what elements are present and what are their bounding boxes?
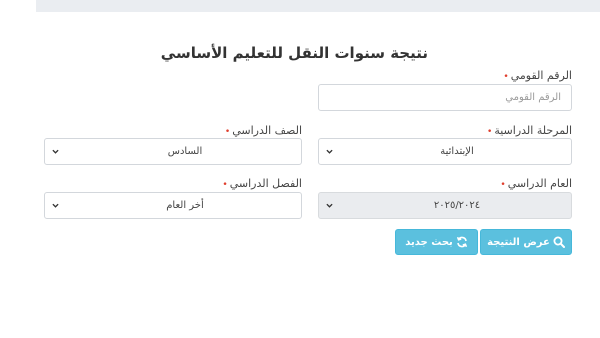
year-label: العام الدراسي• <box>500 177 572 190</box>
show-result-button[interactable]: عرض النتيجة <box>480 229 572 255</box>
chevron-down-icon <box>326 202 333 209</box>
term-select-value: أخر العام <box>166 200 204 211</box>
national-id-input[interactable] <box>318 84 572 111</box>
show-result-label: عرض النتيجة <box>487 236 550 248</box>
stage-select[interactable]: الإبتدائية <box>318 138 572 165</box>
page-title: نتيجة سنوات النقل للتعليم الأساسي <box>160 44 428 62</box>
search-icon <box>553 236 565 248</box>
new-search-label: بحث جديد <box>405 236 453 248</box>
term-label: الفصل الدراسي• <box>222 177 302 190</box>
stage-label: المرحلة الدراسية• <box>487 124 572 137</box>
refresh-icon <box>456 236 468 248</box>
new-search-button[interactable]: بحث جديد <box>395 229 478 255</box>
grade-label: الصف الدراسي• <box>224 124 302 137</box>
year-select: ٢٠٢٥/٢٠٢٤ <box>318 192 572 219</box>
chevron-down-icon <box>326 148 333 155</box>
year-select-value: ٢٠٢٥/٢٠٢٤ <box>433 200 481 211</box>
grade-select[interactable]: السادس <box>44 138 302 165</box>
top-bar <box>36 0 600 12</box>
stage-select-value: الإبتدائية <box>440 146 474 157</box>
chevron-down-icon <box>52 202 59 209</box>
grade-select-value: السادس <box>167 146 203 157</box>
term-select[interactable]: أخر العام <box>44 192 302 219</box>
chevron-down-icon <box>52 148 59 155</box>
national-id-label: الرقم القومي• <box>503 69 572 82</box>
required-mark: • <box>503 72 509 82</box>
